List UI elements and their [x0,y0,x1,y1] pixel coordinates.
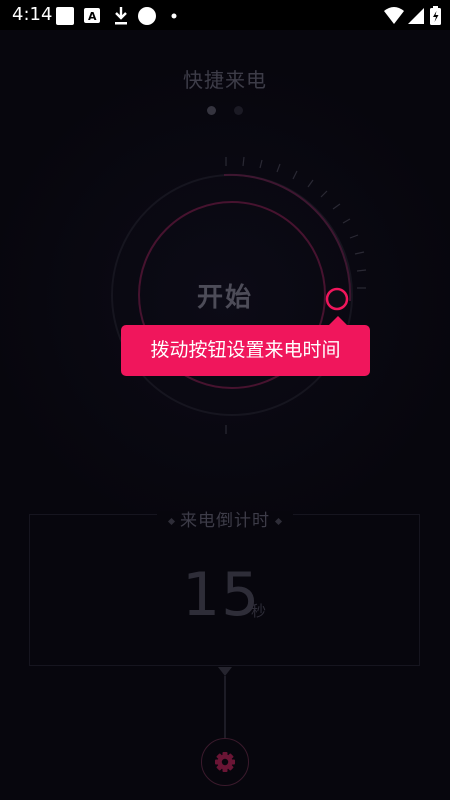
connector-line [218,667,232,738]
gear-icon [214,751,235,772]
settings-button[interactable] [201,738,249,786]
